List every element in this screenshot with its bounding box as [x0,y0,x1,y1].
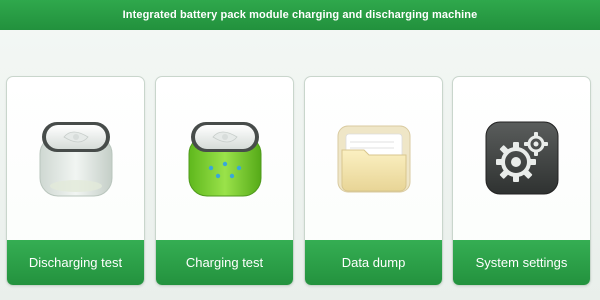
battery-empty-icon [7,113,144,203]
discharging-test-button[interactable]: Discharging test [6,76,145,286]
discharging-test-label: Discharging test [28,255,123,270]
gear-icon [453,113,590,203]
data-dump-label-bar: Data dump [305,240,442,285]
app-screen: Integrated battery pack module charging … [0,0,600,300]
battery-charging-icon [156,113,293,203]
system-settings-label-bar: System settings [453,240,590,285]
charging-test-button[interactable]: Charging test [155,76,294,286]
charging-test-label: Charging test [185,255,264,270]
folder-icon [305,113,442,203]
data-dump-button[interactable]: Data dump [304,76,443,286]
app-title: Integrated battery pack module charging … [122,9,478,21]
title-bar: Integrated battery pack module charging … [0,0,600,30]
main-menu: Discharging test Charging test Data dump… [0,76,600,286]
data-dump-label: Data dump [341,255,406,270]
system-settings-label: System settings [475,255,568,270]
charging-test-label-bar: Charging test [156,240,293,285]
system-settings-button[interactable]: System settings [452,76,591,286]
discharging-test-label-bar: Discharging test [7,240,144,285]
